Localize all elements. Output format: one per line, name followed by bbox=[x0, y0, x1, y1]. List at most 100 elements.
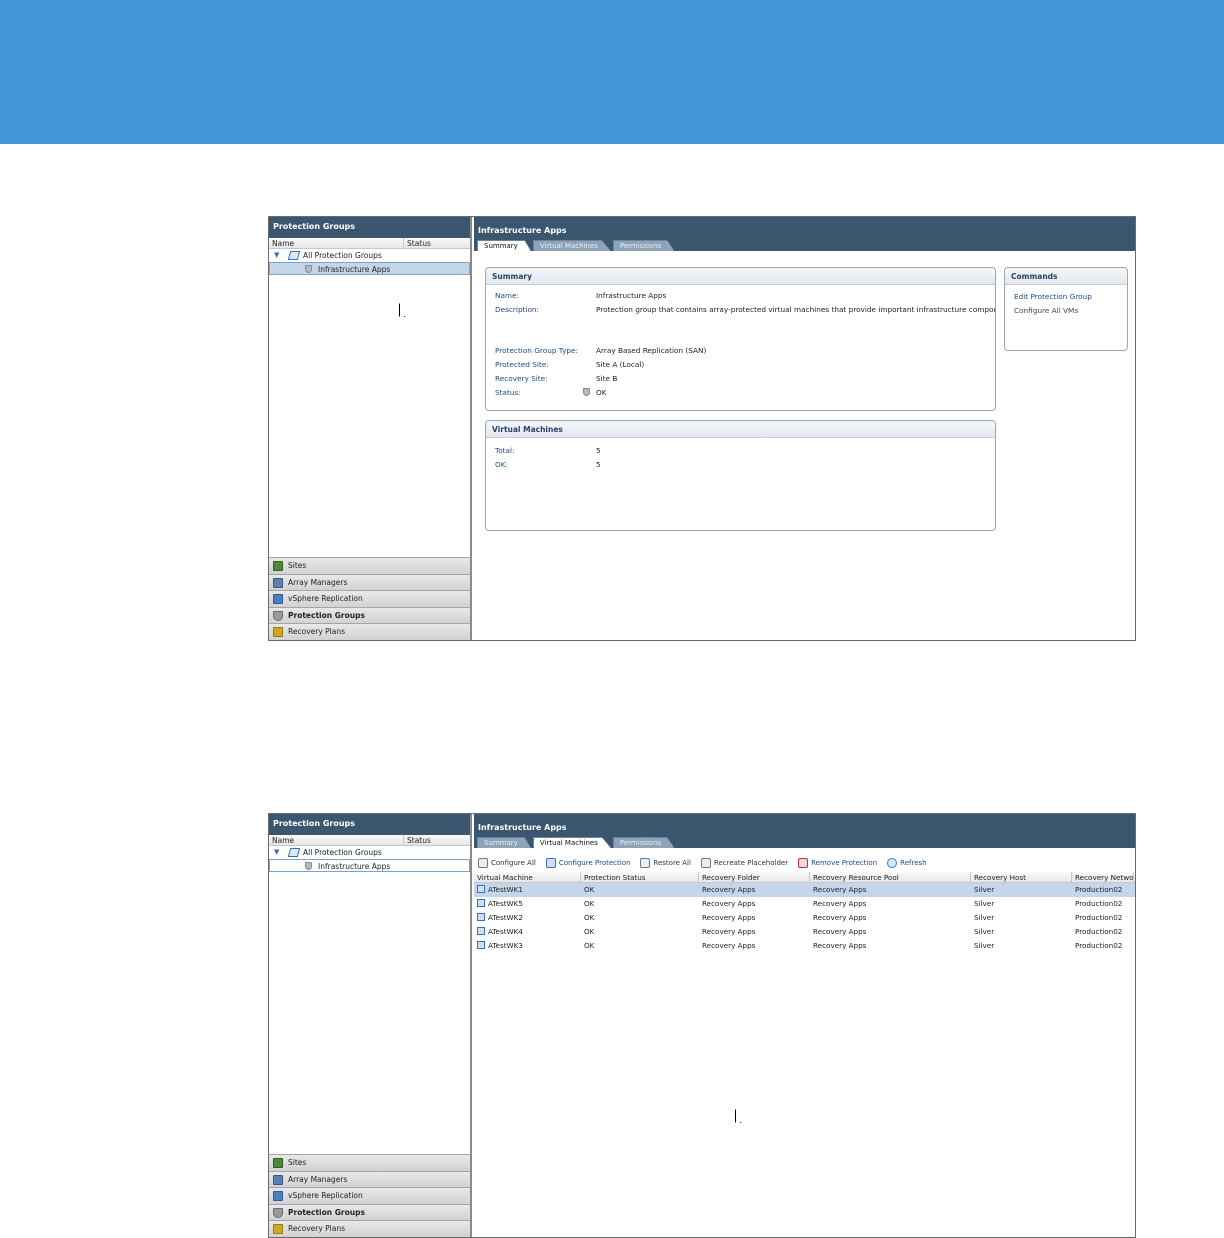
left-pane-title: Protection Groups bbox=[269, 217, 470, 238]
expand-arrow-icon[interactable]: ▼ bbox=[274, 249, 279, 262]
content-header: Infrastructure Apps Summary Virtual Mach… bbox=[474, 814, 1135, 848]
virtual-machines-panel: Virtual Machines Total: 5 OK: 5 bbox=[485, 420, 996, 531]
cell-network: Production02 bbox=[1075, 885, 1123, 894]
page-title: Infrastructure Apps bbox=[478, 823, 567, 832]
cell-network: Production02 bbox=[1075, 941, 1123, 950]
array-manager-icon bbox=[273, 577, 283, 588]
tree-item-infrastructure-apps[interactable]: Infrastructure Apps bbox=[269, 859, 470, 872]
virtual-machine-icon bbox=[477, 927, 485, 935]
nav-item-array-managers[interactable]: Array Managers bbox=[269, 1170, 470, 1188]
nav-item-label: Protection Groups bbox=[288, 1207, 365, 1217]
array-manager-icon bbox=[273, 1174, 283, 1185]
tree-item-all-protection-groups[interactable]: ▼ All Protection Groups bbox=[269, 846, 470, 859]
tree-item-all-protection-groups[interactable]: ▼ All Protection Groups bbox=[269, 249, 470, 262]
configure-all-vms-link: Configure All VMs bbox=[1014, 306, 1079, 315]
cell-folder: Recovery Apps bbox=[702, 899, 756, 908]
cell-folder: Recovery Apps bbox=[702, 941, 756, 950]
tab-bar: Summary Virtual Machines Permissions bbox=[477, 240, 676, 251]
summary-panel: Summary Name: Infrastructure Apps Descri… bbox=[485, 267, 996, 411]
content-header: Infrastructure Apps Summary Virtual Mach… bbox=[474, 217, 1135, 251]
cell-vm: ATestWK2 bbox=[474, 911, 581, 925]
nav-item-protection-groups[interactable]: Protection Groups bbox=[269, 1203, 470, 1221]
ok-label: OK: bbox=[495, 460, 508, 469]
refresh-button[interactable]: Refresh bbox=[887, 858, 927, 868]
edit-protection-group-link[interactable]: Edit Protection Group bbox=[1014, 292, 1092, 301]
shield-icon bbox=[273, 1207, 283, 1218]
table-row[interactable]: ATestWK2 OK Recovery Apps Recovery Apps … bbox=[474, 911, 1135, 925]
recovery-site-value: Site B bbox=[596, 374, 618, 383]
protection-group-folder-icon bbox=[287, 251, 301, 260]
table-row[interactable]: ATestWK3 OK Recovery Apps Recovery Apps … bbox=[474, 939, 1135, 953]
remove-protection-button[interactable]: Remove Protection bbox=[798, 858, 877, 868]
column-name[interactable]: Name bbox=[269, 238, 404, 248]
nav-item-vsphere-replication[interactable]: vSphere Replication bbox=[269, 590, 470, 607]
configure-protection-button[interactable]: Configure Protection bbox=[545, 858, 631, 868]
column-recovery-resource-pool[interactable]: Recovery Resource Pool bbox=[810, 872, 971, 883]
nav-item-array-managers[interactable]: Array Managers bbox=[269, 573, 470, 591]
cell-vm: ATestWK3 bbox=[474, 939, 581, 953]
type-label: Protection Group Type: bbox=[495, 346, 578, 355]
nav-item-label: vSphere Replication bbox=[288, 594, 363, 604]
nav-item-protection-groups[interactable]: Protection Groups bbox=[269, 606, 470, 624]
nav-item-label: Recovery Plans bbox=[288, 1224, 346, 1234]
column-recovery-host[interactable]: Recovery Host bbox=[971, 872, 1072, 883]
restore-all-icon bbox=[640, 858, 651, 868]
recreate-placeholder-button[interactable]: Recreate Placeholder bbox=[700, 858, 788, 868]
nav-item-label: vSphere Replication bbox=[288, 1191, 363, 1201]
nav-item-recovery-plans[interactable]: Recovery Plans bbox=[269, 1220, 470, 1237]
tab-virtual-machines[interactable]: Virtual Machines bbox=[532, 837, 611, 848]
nav-item-sites[interactable]: Sites bbox=[269, 1154, 470, 1171]
tree-item-label: All Protection Groups bbox=[303, 848, 382, 857]
commands-panel: Commands Edit Protection Group Configure… bbox=[1004, 267, 1128, 351]
table-row[interactable]: ATestWK1 OK Recovery Apps Recovery Apps … bbox=[474, 883, 1135, 897]
nav-item-recovery-plans[interactable]: Recovery Plans bbox=[269, 623, 470, 640]
tree-item-label: Infrastructure Apps bbox=[318, 862, 391, 871]
sites-icon bbox=[273, 1158, 283, 1169]
virtual-machine-icon bbox=[477, 941, 485, 949]
cell-status: OK bbox=[584, 927, 595, 936]
configure-all-button[interactable]: Configure All bbox=[478, 858, 536, 868]
table-row[interactable]: ATestWK4 OK Recovery Apps Recovery Apps … bbox=[474, 925, 1135, 939]
nav-item-vsphere-replication[interactable]: vSphere Replication bbox=[269, 1187, 470, 1204]
name-label: Name: bbox=[495, 291, 519, 300]
nav-item-label: Protection Groups bbox=[288, 610, 365, 620]
cell-pool: Recovery Apps bbox=[813, 913, 867, 922]
vm-name: ATestWK1 bbox=[488, 885, 523, 894]
left-pane: Protection Groups Name Status ▼ All Prot… bbox=[269, 814, 472, 1237]
tree-item-label: Infrastructure Apps bbox=[318, 265, 391, 274]
expand-arrow-icon[interactable]: ▼ bbox=[274, 846, 279, 859]
button-label: Configure Protection bbox=[558, 859, 631, 867]
cell-pool: Recovery Apps bbox=[813, 941, 867, 950]
tree-item-infrastructure-apps[interactable]: Infrastructure Apps bbox=[269, 262, 470, 275]
column-status[interactable]: Status bbox=[404, 835, 434, 845]
cell-network: Production02 bbox=[1075, 913, 1123, 922]
nav-item-label: Sites bbox=[288, 1158, 307, 1168]
shield-icon bbox=[305, 265, 312, 273]
column-protection-status[interactable]: Protection Status bbox=[581, 872, 699, 883]
recovery-plan-icon bbox=[273, 627, 283, 638]
cell-vm: ATestWK4 bbox=[474, 925, 581, 939]
vm-name: ATestWK3 bbox=[488, 941, 523, 950]
restore-all-button[interactable]: Restore All bbox=[640, 858, 691, 868]
tab-permissions[interactable]: Permissions bbox=[612, 240, 675, 251]
tab-summary[interactable]: Summary bbox=[477, 837, 531, 848]
column-name[interactable]: Name bbox=[269, 835, 404, 845]
tab-summary[interactable]: Summary bbox=[477, 240, 531, 251]
recovery-site-label: Recovery Site: bbox=[495, 374, 548, 383]
tab-virtual-machines[interactable]: Virtual Machines bbox=[532, 240, 611, 251]
nav-item-sites[interactable]: Sites bbox=[269, 557, 470, 574]
button-label: Restore All bbox=[653, 859, 691, 867]
ok-value: 5 bbox=[596, 460, 601, 469]
column-virtual-machine[interactable]: Virtual Machine bbox=[474, 872, 581, 883]
cell-folder: Recovery Apps bbox=[702, 885, 756, 894]
column-recovery-folder[interactable]: Recovery Folder bbox=[699, 872, 810, 883]
column-status[interactable]: Status bbox=[404, 238, 434, 248]
tab-permissions[interactable]: Permissions bbox=[612, 837, 675, 848]
table-header-row: Virtual Machine Protection Status Recove… bbox=[474, 872, 1135, 883]
cell-host: Silver bbox=[974, 927, 995, 936]
cell-folder: Recovery Apps bbox=[702, 927, 756, 936]
table-row[interactable]: ATestWK5 OK Recovery Apps Recovery Apps … bbox=[474, 897, 1135, 911]
column-recovery-network[interactable]: Recovery Network bbox=[1072, 872, 1134, 883]
status-value: OK bbox=[596, 388, 607, 397]
button-label: Configure All bbox=[491, 859, 536, 867]
